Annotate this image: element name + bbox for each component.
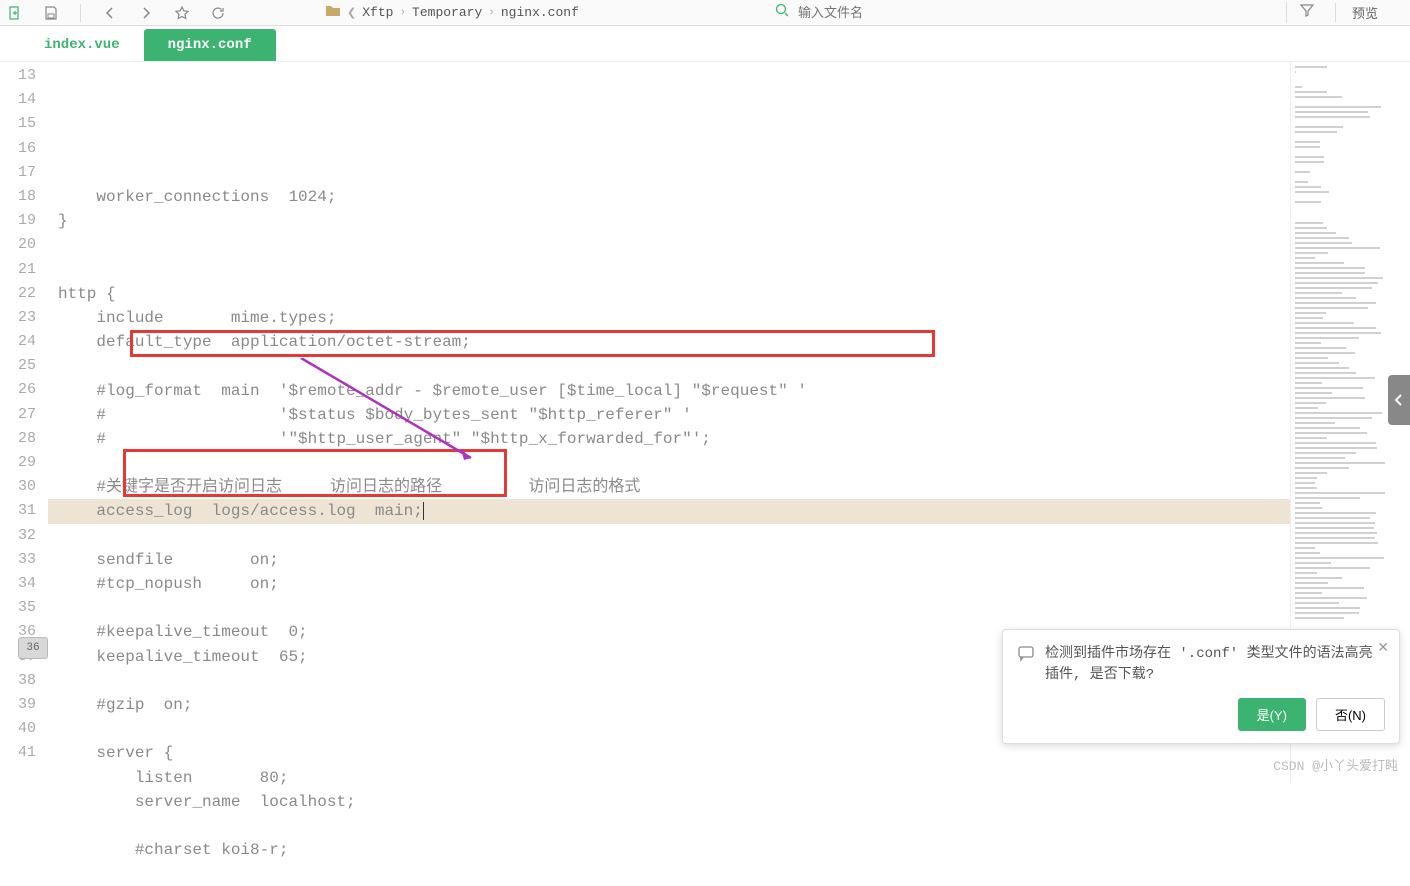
code-line[interactable]: #tcp_nopush on; bbox=[48, 572, 1290, 596]
preview-label[interactable]: 预览 bbox=[1335, 3, 1394, 22]
chevron-right-icon: ❮ bbox=[347, 6, 356, 20]
code-line[interactable] bbox=[48, 596, 1290, 620]
code-line[interactable]: access_log logs/access.log main; bbox=[48, 499, 1290, 523]
save-icon[interactable] bbox=[42, 4, 60, 22]
code-line[interactable]: } bbox=[48, 209, 1290, 233]
code-line[interactable]: # '"$http_user_agent" "$http_x_forwarded… bbox=[48, 427, 1290, 451]
star-icon[interactable] bbox=[173, 4, 191, 22]
code-line[interactable] bbox=[48, 233, 1290, 257]
chevron-right-icon: › bbox=[399, 7, 406, 19]
tab-nginx-conf[interactable]: nginx.conf bbox=[144, 29, 276, 61]
no-button[interactable]: 否(N) bbox=[1316, 698, 1385, 731]
search-input[interactable] bbox=[798, 5, 1278, 20]
code-line[interactable]: server_name localhost; bbox=[48, 790, 1290, 814]
sidebar-handle[interactable] bbox=[1388, 375, 1410, 425]
breadcrumb-item[interactable]: nginx.conf bbox=[501, 5, 579, 20]
code-line[interactable]: #log_format main '$remote_addr - $remote… bbox=[48, 379, 1290, 403]
code-line[interactable] bbox=[48, 258, 1290, 282]
code-line[interactable]: default_type application/octet-stream; bbox=[48, 330, 1290, 354]
new-file-icon[interactable] bbox=[6, 4, 24, 22]
tab-index-vue[interactable]: index.vue bbox=[20, 29, 144, 61]
search-icon[interactable] bbox=[774, 2, 790, 23]
tabbar: index.vue nginx.conf bbox=[0, 26, 1410, 62]
code-line[interactable]: listen 80; bbox=[48, 766, 1290, 790]
code-line[interactable]: sendfile on; bbox=[48, 548, 1290, 572]
chat-icon bbox=[1017, 644, 1035, 686]
code-line[interactable]: server { bbox=[48, 741, 1290, 765]
code-line[interactable] bbox=[48, 451, 1290, 475]
code-line[interactable]: # '$status $body_bytes_sent "$http_refer… bbox=[48, 403, 1290, 427]
notification-message: 检测到插件市场存在 '.conf' 类型文件的语法高亮插件, 是否下载? bbox=[1045, 644, 1385, 686]
breadcrumb-item[interactable]: Temporary bbox=[412, 5, 482, 20]
code-line[interactable]: worker_connections 1024; bbox=[48, 185, 1290, 209]
code-line[interactable] bbox=[48, 862, 1290, 886]
breadcrumb-item[interactable]: Xftp bbox=[362, 5, 393, 20]
back-icon[interactable] bbox=[101, 4, 119, 22]
code-line[interactable]: http { bbox=[48, 282, 1290, 306]
yes-button[interactable]: 是(Y) bbox=[1238, 698, 1306, 731]
code-line[interactable]: #charset koi8-r; bbox=[48, 838, 1290, 862]
code-line[interactable]: include mime.types; bbox=[48, 306, 1290, 330]
chevron-right-icon: › bbox=[488, 7, 495, 19]
forward-icon[interactable] bbox=[137, 4, 155, 22]
watermark: CSDN @小丫头爱打盹 bbox=[1273, 755, 1398, 774]
gutter: 1314151617181920212223242526272829303132… bbox=[0, 62, 48, 782]
folder-icon bbox=[325, 4, 341, 22]
refresh-icon[interactable] bbox=[209, 4, 227, 22]
code-line[interactable] bbox=[48, 354, 1290, 378]
toolbar-sep bbox=[80, 4, 81, 22]
search-area: 预览 bbox=[774, 2, 1404, 23]
code-line[interactable] bbox=[48, 524, 1290, 548]
toolbar: ❮ Xftp › Temporary › nginx.conf 预览 bbox=[0, 0, 1410, 26]
close-icon[interactable]: ✕ bbox=[1377, 640, 1389, 657]
breadcrumb[interactable]: ❮ Xftp › Temporary › nginx.conf bbox=[325, 4, 579, 22]
code-line[interactable]: #关键字是否开启访问日志 访问日志的路径 访问日志的格式 bbox=[48, 475, 1290, 499]
code-line[interactable] bbox=[48, 814, 1290, 838]
notification-dialog: ✕ 检测到插件市场存在 '.conf' 类型文件的语法高亮插件, 是否下载? 是… bbox=[1002, 629, 1400, 744]
filter-icon[interactable] bbox=[1286, 2, 1327, 23]
goto-line-button[interactable]: 36 bbox=[18, 637, 48, 659]
